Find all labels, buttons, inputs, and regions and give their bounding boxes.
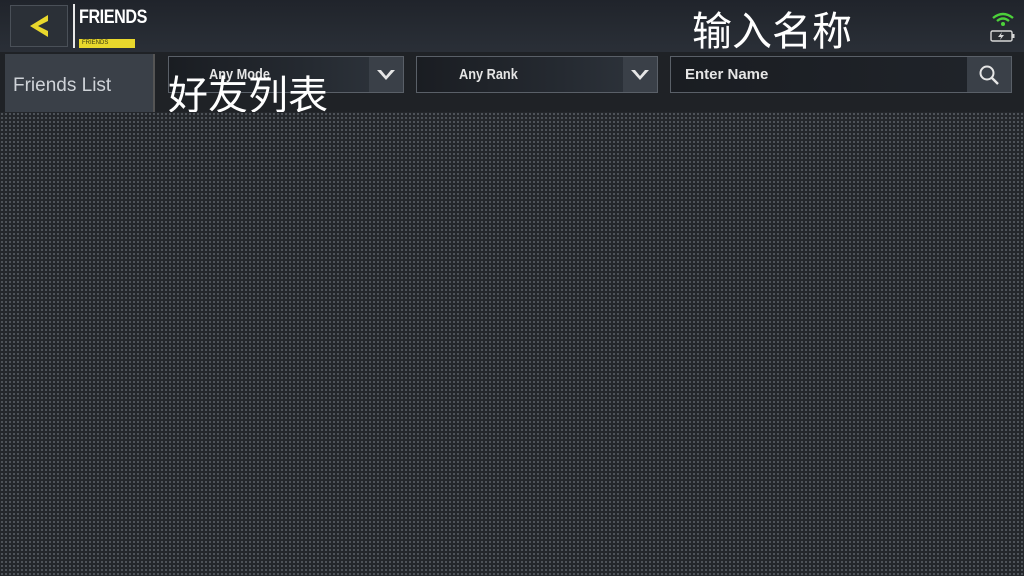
search-box (670, 56, 1012, 93)
friends-caption-overlay: 好友列表 (168, 73, 328, 119)
search-icon (979, 65, 999, 85)
friends-list-area (0, 112, 1024, 576)
chevron-down-icon (377, 69, 395, 80)
sidebar-item-label: Friends List (13, 75, 112, 96)
sidebar-item-friends-list[interactable]: Friends List (5, 54, 155, 112)
rank-filter-dropdown[interactable]: Any Rank (416, 56, 658, 93)
chevron-down-icon (631, 69, 649, 80)
battery-charging-icon (990, 30, 1015, 42)
back-button[interactable] (10, 5, 68, 47)
status-indicators (990, 12, 1016, 44)
search-caption-overlay: 输入名称 (692, 9, 852, 55)
top-bar: FRIENDS FRIENDS (0, 0, 1024, 52)
mode-dropdown-chevron (369, 57, 403, 92)
search-button[interactable] (967, 57, 1011, 92)
rank-filter-value: Any Rank (459, 66, 518, 83)
page-title-tag: FRIENDS (79, 39, 135, 48)
search-input[interactable] (671, 57, 967, 92)
rank-dropdown-chevron (623, 57, 657, 92)
page-title: FRIENDS (79, 7, 147, 28)
wifi-icon (992, 12, 1014, 26)
title-divider (73, 4, 75, 48)
back-arrow-icon (30, 15, 48, 37)
